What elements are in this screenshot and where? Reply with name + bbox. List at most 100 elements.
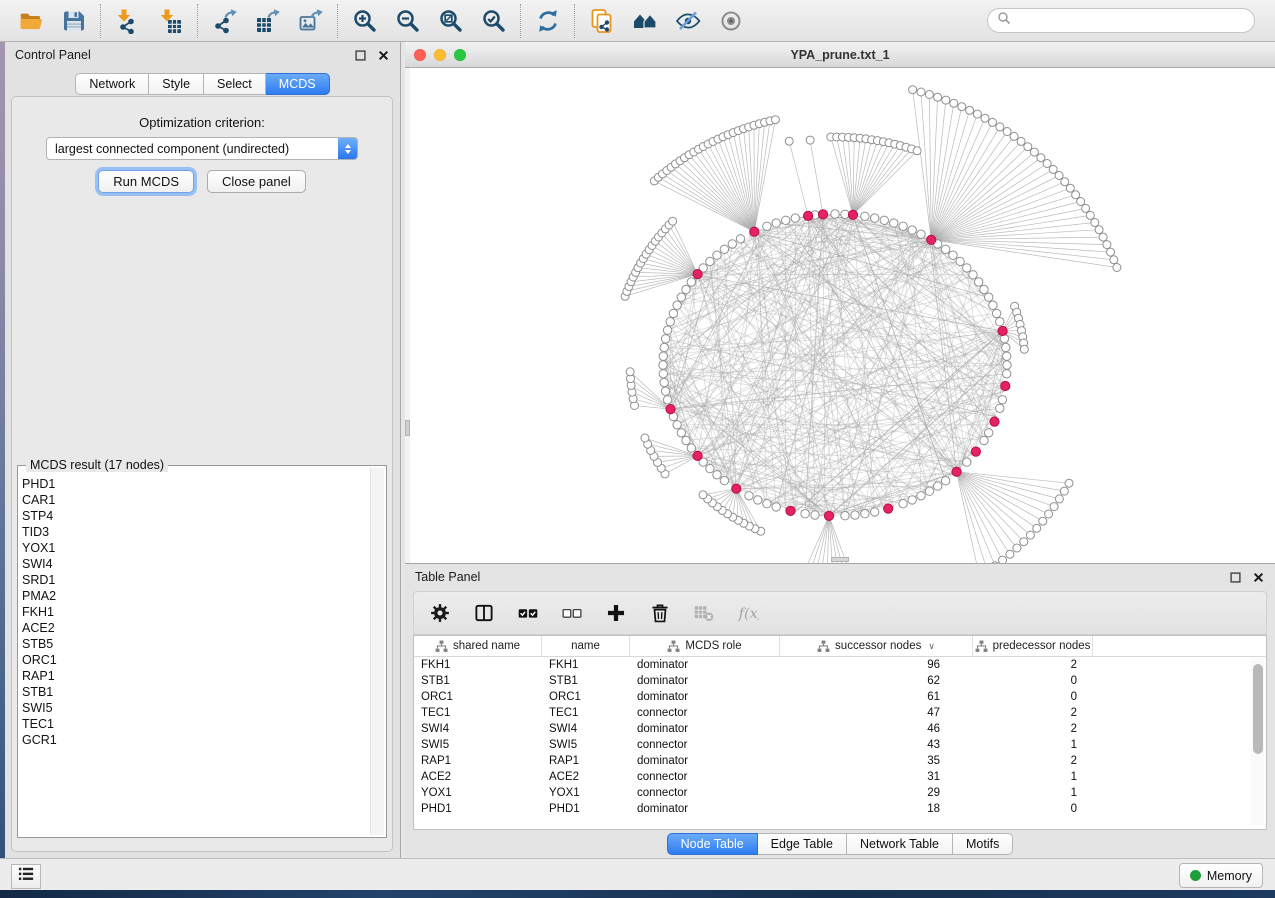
ring-node[interactable]: [659, 361, 667, 369]
run-mcds-button[interactable]: Run MCDS: [98, 170, 194, 193]
ring-node[interactable]: [956, 257, 964, 265]
ring-node[interactable]: [985, 293, 993, 301]
ring-node[interactable]: [811, 511, 819, 519]
tab-edge-table[interactable]: Edge Table: [758, 833, 847, 855]
leaf-node[interactable]: [981, 114, 989, 122]
mcds-hub-node[interactable]: [750, 227, 759, 236]
leaf-node[interactable]: [1107, 248, 1115, 256]
mcds-hub-node[interactable]: [824, 511, 833, 520]
mcds-hub-node[interactable]: [693, 451, 702, 460]
leaf-node[interactable]: [1037, 154, 1045, 162]
leaf-node[interactable]: [989, 118, 997, 126]
table-row-ORC1[interactable]: ORC1ORC1dominator610: [414, 689, 1266, 705]
table-row-SWI5[interactable]: SWI5SWI5connector431: [414, 737, 1266, 753]
ring-node[interactable]: [934, 482, 942, 490]
mcds-node-item[interactable]: TID3: [22, 524, 368, 540]
column-header-predecessor-nodes[interactable]: predecessor nodes: [973, 636, 1093, 656]
ring-node[interactable]: [728, 240, 736, 248]
ring-node[interactable]: [861, 510, 869, 518]
ring-node[interactable]: [980, 436, 988, 444]
table-row-STB1[interactable]: STB1STB1dominator620: [414, 673, 1266, 689]
leaf-node[interactable]: [1050, 503, 1058, 511]
ring-node[interactable]: [720, 477, 728, 485]
mcds-hub-node[interactable]: [693, 270, 702, 279]
zoom-selected-icon[interactable]: [480, 7, 507, 34]
ring-node[interactable]: [791, 214, 799, 222]
optimization-criterion-dropdown[interactable]: largest connected component (undirected): [46, 137, 358, 160]
mcds-node-item[interactable]: YOX1: [22, 540, 368, 556]
ring-node[interactable]: [659, 370, 667, 378]
leaf-node[interactable]: [1030, 148, 1038, 156]
import-network-icon[interactable]: [114, 7, 141, 34]
first-neighbors-icon[interactable]: [631, 7, 658, 34]
ring-node[interactable]: [677, 429, 685, 437]
mcds-node-item[interactable]: RAP1: [22, 668, 368, 684]
table-scrollbar[interactable]: [1251, 658, 1264, 825]
leaf-node[interactable]: [999, 556, 1007, 563]
mcds-hub-node[interactable]: [848, 210, 857, 219]
table-scrollbar-thumb[interactable]: [1253, 664, 1263, 754]
mcds-hub-node[interactable]: [971, 447, 980, 456]
delete-column-icon[interactable]: [648, 601, 672, 625]
leaf-node[interactable]: [973, 110, 981, 118]
select-all-columns-icon[interactable]: [516, 601, 540, 625]
mcds-node-item[interactable]: FKH1: [22, 604, 368, 620]
leaf-node[interactable]: [917, 88, 925, 96]
memory-button[interactable]: Memory: [1179, 863, 1263, 888]
leaf-node[interactable]: [1077, 198, 1085, 206]
mcds-node-item[interactable]: ACE2: [22, 620, 368, 636]
network-window-titlebar[interactable]: YPA_prune.txt_1: [405, 42, 1275, 68]
ring-node[interactable]: [998, 396, 1006, 404]
ring-node[interactable]: [669, 309, 677, 317]
ring-node[interactable]: [673, 301, 681, 309]
ring-node[interactable]: [871, 508, 879, 516]
leaf-node[interactable]: [1024, 143, 1032, 151]
mcds-node-item[interactable]: PHD1: [22, 476, 368, 492]
ring-node[interactable]: [890, 219, 898, 227]
ring-node[interactable]: [663, 396, 671, 404]
table-row-PHD1[interactable]: PHD1PHD1dominator180: [414, 801, 1266, 817]
leaf-node[interactable]: [1113, 264, 1121, 272]
ring-node[interactable]: [677, 293, 685, 301]
ring-node[interactable]: [985, 429, 993, 437]
leaf-node[interactable]: [1110, 256, 1118, 264]
tab-node-table[interactable]: Node Table: [667, 833, 758, 855]
ring-node[interactable]: [682, 285, 690, 293]
ring-node[interactable]: [908, 496, 916, 504]
close-table-panel-icon[interactable]: [1251, 570, 1265, 584]
leaf-node[interactable]: [1043, 160, 1051, 168]
leaf-node[interactable]: [1060, 487, 1068, 495]
ring-node[interactable]: [660, 378, 668, 386]
network-graph[interactable]: [405, 68, 1275, 563]
ring-node[interactable]: [720, 245, 728, 253]
export-table-icon[interactable]: [254, 7, 281, 34]
mcds-hub-node[interactable]: [1001, 381, 1010, 390]
ring-node[interactable]: [706, 464, 714, 472]
ring-node[interactable]: [908, 226, 916, 234]
mcds-node-item[interactable]: CAR1: [22, 492, 368, 508]
float-table-panel-icon[interactable]: [1228, 570, 1242, 584]
ring-node[interactable]: [673, 421, 681, 429]
mcds-hub-node[interactable]: [927, 235, 936, 244]
ring-node[interactable]: [917, 230, 925, 238]
mcds-hub-node[interactable]: [818, 210, 827, 219]
mcds-hub-node[interactable]: [666, 405, 675, 414]
ring-node[interactable]: [980, 285, 988, 293]
leaf-node[interactable]: [1010, 132, 1018, 140]
ring-node[interactable]: [660, 343, 668, 351]
leaf-node[interactable]: [1017, 137, 1025, 145]
ring-node[interactable]: [949, 251, 957, 259]
tab-network-table[interactable]: Network Table: [847, 833, 953, 855]
leaf-node[interactable]: [1006, 550, 1014, 558]
leaf-node[interactable]: [934, 93, 942, 101]
table-row-FKH1[interactable]: FKH1FKH1dominator962: [414, 657, 1266, 673]
zoom-in-icon[interactable]: [351, 7, 378, 34]
leaf-node[interactable]: [1091, 219, 1099, 227]
mcds-node-item[interactable]: SRD1: [22, 572, 368, 588]
leaf-node[interactable]: [1003, 128, 1011, 136]
mcds-hub-node[interactable]: [952, 467, 961, 476]
zoom-fit-icon[interactable]: [437, 7, 464, 34]
leaf-node[interactable]: [669, 217, 677, 225]
export-network-icon[interactable]: [211, 7, 238, 34]
ring-node[interactable]: [1003, 352, 1011, 360]
